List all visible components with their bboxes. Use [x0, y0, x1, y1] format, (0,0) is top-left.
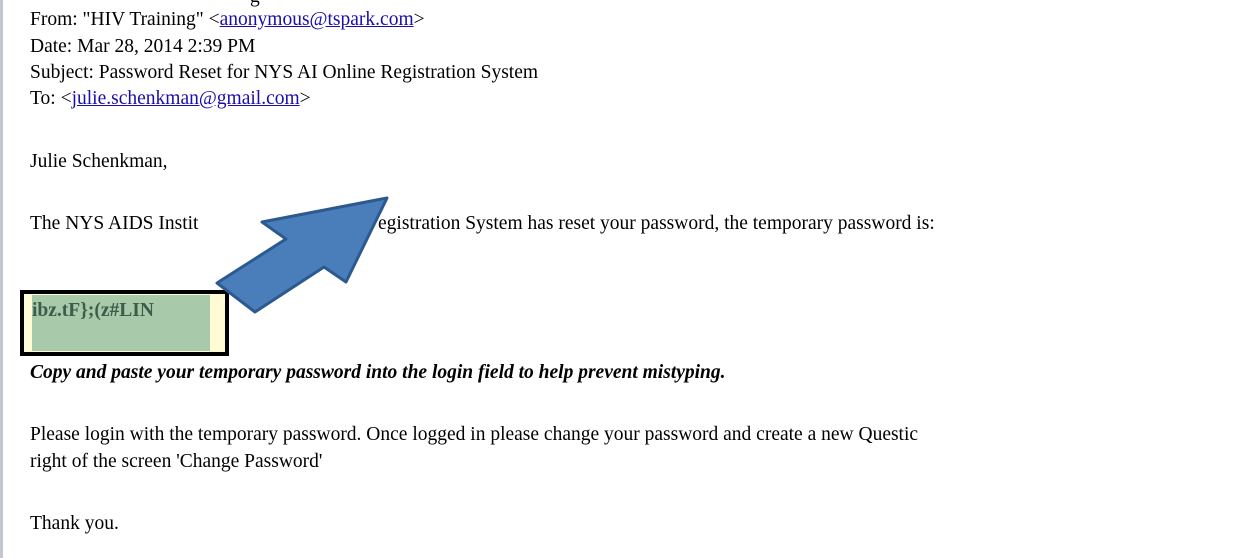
- to-email-link[interactable]: julie.schenkman@gmail.com: [72, 88, 300, 109]
- intro-text-right: egistration System has reset your passwo…: [378, 213, 935, 234]
- copy-paste-note: Copy and paste your temporary password i…: [30, 362, 726, 383]
- to-label: To: <: [30, 88, 72, 109]
- greeting: Julie Schenkman,: [30, 151, 168, 172]
- password-highlight-box: ibz.tF};(z#LIN: [20, 290, 229, 356]
- date-line: Date: Mar 28, 2014 2:39 PM: [30, 36, 256, 57]
- instructions-line-2: right of the screen 'Change Password': [30, 451, 323, 472]
- email-view: g From: "HIV Training" <anonymous@tspark…: [0, 0, 1240, 558]
- from-label: From: "HIV Training" <: [30, 9, 220, 30]
- to-line: To: <julie.schenkman@gmail.com>: [30, 87, 311, 111]
- clipped-top-text: g: [250, 0, 260, 8]
- instructions-line-1: Please login with the temporary password…: [30, 424, 919, 445]
- from-email-link[interactable]: anonymous@tspark.com: [220, 9, 414, 30]
- temporary-password[interactable]: ibz.tF};(z#LIN: [32, 300, 154, 322]
- from-line: From: "HIV Training" <anonymous@tspark.c…: [30, 8, 425, 32]
- left-border: [0, 0, 3, 558]
- subject-line: Subject: Password Reset for NYS AI Onlin…: [30, 62, 539, 83]
- closing: Thank you.: [30, 513, 119, 534]
- from-suffix: >: [413, 9, 425, 30]
- to-suffix: >: [299, 88, 311, 109]
- intro-text-left: The NYS AIDS Instit: [30, 213, 199, 234]
